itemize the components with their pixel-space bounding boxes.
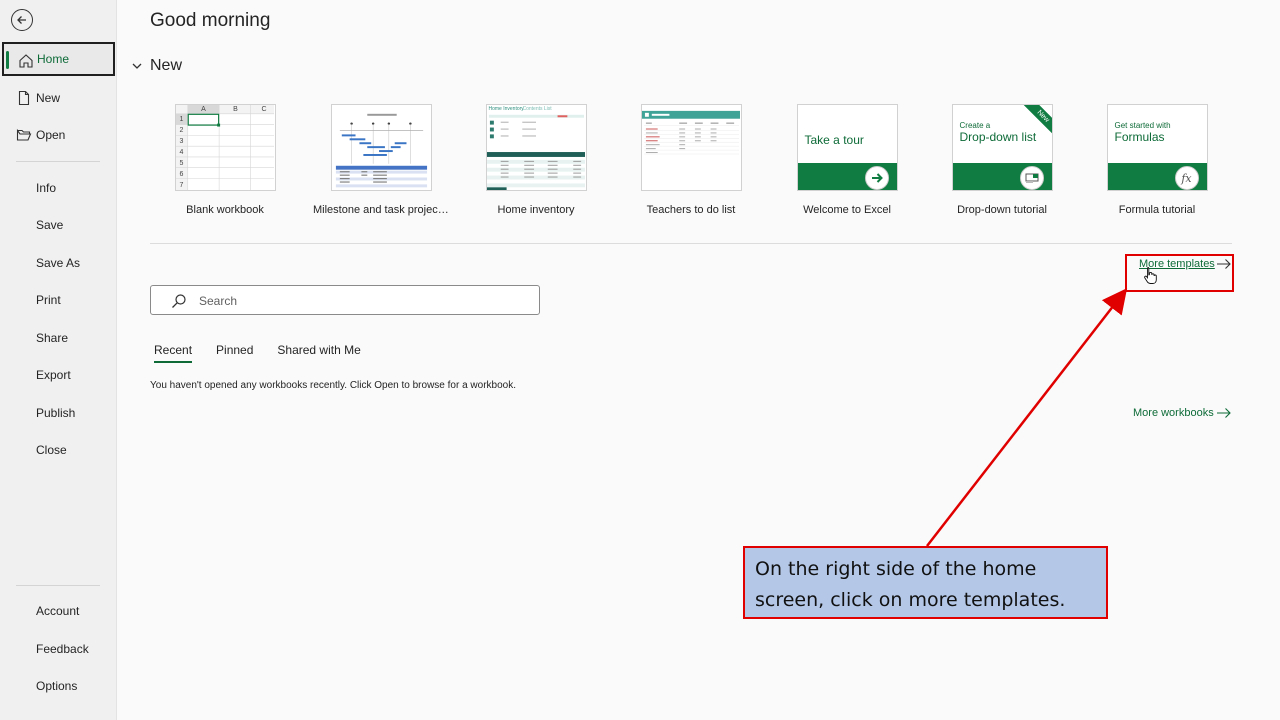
arrow-circle-icon: [864, 166, 889, 190]
search-input[interactable]: [199, 291, 529, 311]
nav-label: Save: [36, 218, 64, 232]
excel-backstage: Home New Open Info Save Save As Print Sh…: [0, 0, 1280, 720]
nav-label: Feedback: [36, 642, 89, 656]
nav-label: Options: [36, 679, 78, 693]
template-teachers-todo[interactable]: Teachers to do list: [621, 104, 761, 216]
nav-home[interactable]: Home: [2, 42, 115, 76]
new-section-title: New: [150, 57, 183, 74]
template-thumbnail: Get started with Formulas fx: [1106, 104, 1208, 191]
nav-print[interactable]: Print: [2, 283, 115, 317]
nav-open-label: Open: [36, 128, 66, 142]
back-button[interactable]: [11, 9, 33, 31]
row-header: 7: [179, 182, 184, 189]
back-arrow-icon: [17, 16, 26, 24]
dropdown-icon: [1019, 166, 1044, 190]
tab-pinned[interactable]: Pinned: [216, 343, 253, 363]
tab-recent[interactable]: Recent: [154, 343, 193, 363]
row-header: 6: [179, 171, 184, 178]
spreadsheet-grid-icon: [175, 105, 275, 190]
template-label: Drop-down tutorial: [957, 204, 1047, 216]
template-label: Milestone and task project t...: [313, 204, 449, 216]
search-box[interactable]: [150, 285, 540, 315]
thumb-subtitle: Create a: [959, 121, 991, 130]
nav-info[interactable]: Info: [2, 171, 115, 205]
nav-save-as[interactable]: Save As: [2, 246, 115, 280]
grid-column-headers: A B C: [188, 105, 275, 114]
nav-new-label: New: [36, 91, 61, 105]
nav-open[interactable]: Open: [2, 118, 115, 152]
template-label: Teachers to do list: [646, 204, 736, 216]
file-tabs: Recent Pinned Shared with Me: [154, 343, 385, 363]
nav-label: Save As: [36, 256, 81, 270]
nav-label: Print: [36, 293, 61, 307]
thumb-title: Drop-down list: [959, 130, 1037, 144]
template-blank-workbook[interactable]: A B C 1 2 3 4 5 6 7 Blank workbook: [155, 104, 295, 216]
inventory-sheet-thumbnail: [486, 114, 586, 190]
nav-label: Share: [36, 331, 69, 345]
open-folder-icon: [16, 128, 32, 141]
template-label: Welcome to Excel: [803, 204, 891, 216]
column-header: A: [201, 106, 206, 113]
row-header: 2: [179, 127, 184, 134]
nav-publish[interactable]: Publish: [2, 396, 115, 430]
empty-recent-message: You haven't opened any workbooks recentl…: [150, 380, 517, 391]
template-welcome-to-excel[interactable]: Take a tour Welcome to Excel: [777, 104, 917, 216]
nav-label: Account: [36, 604, 80, 618]
column-header: C: [261, 106, 267, 113]
highlight-box: [1125, 254, 1234, 292]
grid-row-headers: 1 2 3 4 5 6 7: [176, 114, 188, 190]
template-dropdown-tutorial[interactable]: Create a Drop-down list New Drop-down tu…: [932, 104, 1072, 216]
page-title: Good morning: [150, 10, 271, 31]
column-header: B: [233, 106, 238, 113]
row-header: 1: [179, 116, 184, 123]
nav-options[interactable]: Options: [2, 669, 115, 703]
home-icon: [19, 54, 33, 68]
template-label: Blank workbook: [186, 204, 264, 216]
nav-export[interactable]: Export: [2, 358, 115, 392]
todo-list-thumbnail: [641, 110, 741, 155]
search-icon: [172, 294, 186, 308]
nav-account[interactable]: Account: [2, 594, 115, 628]
template-thumbnail: [330, 104, 432, 191]
new-file-icon: [18, 90, 30, 106]
nav-save[interactable]: Save: [2, 208, 115, 242]
callout-box: On the right side of the home screen, cl…: [743, 546, 1108, 619]
template-thumbnail: Create a Drop-down list New: [951, 104, 1053, 191]
template-formula-tutorial[interactable]: Get started with Formulas fx Formula tut…: [1087, 104, 1227, 216]
nav-label: Export: [36, 368, 71, 382]
arrow-right-icon[interactable]: [1216, 407, 1232, 419]
sidebar-divider: [16, 585, 100, 586]
nav-new[interactable]: New: [2, 81, 115, 115]
row-header: 3: [179, 138, 184, 145]
nav-close[interactable]: Close: [2, 433, 115, 467]
section-divider: [150, 243, 1232, 244]
template-thumbnail: Home Inventory Contents List: [485, 104, 587, 191]
gantt-chart-thumbnail: [335, 113, 427, 188]
thumb-subtitle: Get started with: [1114, 121, 1171, 130]
thumb-title: Formulas: [1114, 130, 1165, 144]
more-workbooks-link[interactable]: More workbooks: [1133, 407, 1214, 419]
template-label: Formula tutorial: [1118, 204, 1196, 216]
chevron-down-icon: [132, 63, 142, 69]
new-section-toggle[interactable]: New: [130, 57, 182, 75]
row-header: 4: [179, 149, 184, 156]
nav-feedback[interactable]: Feedback: [2, 632, 115, 666]
row-header: 5: [179, 160, 184, 167]
nav-label: Close: [36, 443, 67, 457]
nav-home-label: Home: [37, 52, 70, 66]
tab-shared-with-me[interactable]: Shared with Me: [277, 343, 360, 363]
sidebar: Home New Open Info Save Save As Print Sh…: [0, 0, 117, 720]
template-label: Home inventory: [497, 204, 575, 216]
template-thumbnail: [640, 104, 742, 191]
thumb-title: Take a tour: [804, 133, 864, 147]
nav-share[interactable]: Share: [2, 321, 115, 355]
nav-label: Publish: [36, 406, 76, 420]
fx-icon: fx: [1174, 166, 1199, 190]
template-home-inventory[interactable]: Home Inventory Contents List Home invent…: [466, 104, 606, 216]
template-thumbnail: Take a tour: [796, 104, 898, 191]
nav-label: Info: [36, 181, 57, 195]
sidebar-divider: [16, 161, 100, 162]
template-thumbnail: A B C 1 2 3 4 5 6 7: [174, 104, 276, 191]
template-milestone[interactable]: Milestone and task project t...: [311, 104, 451, 216]
